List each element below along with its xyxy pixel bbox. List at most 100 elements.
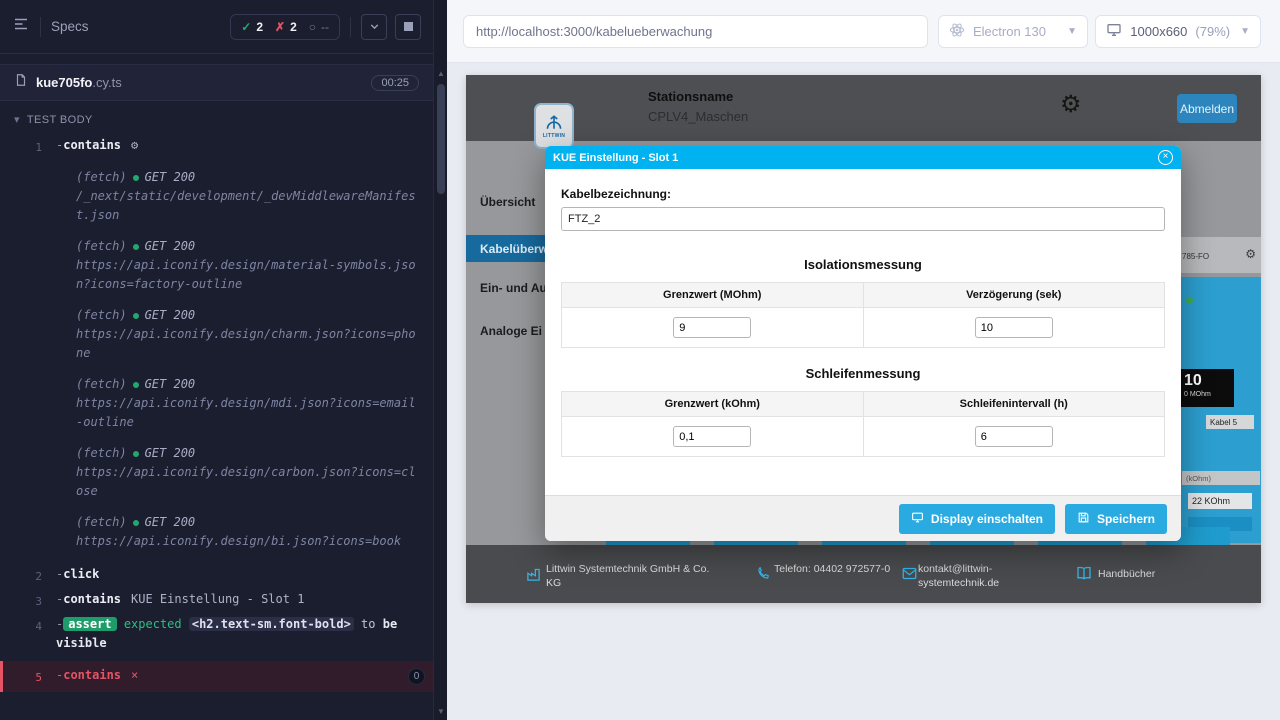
- cable-name-input[interactable]: [561, 207, 1165, 231]
- app-header: Stationsname CPLV4_Maschen ⚙ Abmelden: [466, 75, 1261, 141]
- settings-gear-icon[interactable]: ⚙: [1060, 93, 1082, 117]
- command-argument: KUE Einstellung - Slot 1: [131, 592, 304, 606]
- failed-count: 2: [275, 20, 297, 34]
- isolation-limit-input[interactable]: [673, 317, 751, 338]
- electron-icon: [949, 22, 965, 41]
- request-url: https://api.iconify.design/bi.json?icons…: [76, 532, 417, 551]
- divider: [350, 17, 351, 37]
- viewport-select[interactable]: 1000x660 (79%) ▼: [1095, 15, 1261, 48]
- nav-item-ein-ausgaenge[interactable]: Ein- und Au: [480, 281, 547, 295]
- spec-name: kue705fo: [36, 75, 92, 90]
- monitor-icon: [1106, 22, 1122, 41]
- stage: http://localhost:3000/kabelueberwachung …: [447, 0, 1280, 720]
- nav-item-analoge-eingaenge[interactable]: Analoge Ei: [480, 324, 542, 338]
- cypress-reporter: Specs 2 2 -- kue705fo.cy.ts 00:25 TEST B…: [0, 0, 433, 720]
- network-log-6[interactable]: (fetch)GET 200 https://api.iconify.desig…: [76, 513, 433, 551]
- command-row-1[interactable]: 1 -contains⚙: [0, 134, 433, 159]
- nav-item-uebersicht[interactable]: Übersicht: [480, 195, 535, 209]
- request-url: /_next/static/development/_devMiddleware…: [76, 187, 417, 225]
- browser-select[interactable]: Electron 130 ▼: [938, 15, 1088, 48]
- status-dot-icon: [133, 451, 139, 457]
- isolation-col1-header: Grenzwert (MOhm): [562, 283, 864, 308]
- command-log: 1 -contains⚙ (fetch)GET 200 /_next/stati…: [0, 134, 433, 692]
- scroll-down-arrow-icon[interactable]: ▼: [434, 704, 448, 718]
- command-number: 1: [0, 136, 56, 157]
- request-url: https://api.iconify.design/material-symb…: [76, 256, 417, 294]
- close-glyph-arg: ×: [131, 668, 138, 682]
- viewport-size: 1000x660: [1130, 24, 1187, 39]
- browser-chrome: http://localhost:3000/kabelueberwachung …: [447, 0, 1280, 63]
- loop-col1-header: Grenzwert (kOhm): [562, 392, 864, 417]
- status-dot-icon: [133, 382, 139, 388]
- specs-menu-icon[interactable]: [12, 15, 30, 38]
- specs-link[interactable]: Specs: [51, 19, 89, 34]
- loop-col2-header: Schleifenintervall (h): [863, 392, 1165, 417]
- isolation-col2-header: Verzögerung (sek): [863, 283, 1165, 308]
- scrollbar-thumb[interactable]: [437, 84, 445, 194]
- display-icon: [911, 511, 924, 527]
- command-row-4-assert[interactable]: 4 -assert expected <h2.text-sm.font-bold…: [0, 613, 433, 655]
- display-on-button[interactable]: Display einschalten: [899, 504, 1055, 534]
- cable-label: Kabel 5: [1206, 415, 1254, 429]
- phone-number: Telefon: 04402 972577-0: [774, 562, 900, 576]
- email-address[interactable]: kontakt@littwin-systemtechnik.de: [918, 562, 1016, 590]
- command-row-5-failed[interactable]: 5 -contains× 0: [0, 661, 433, 692]
- status-dot-icon: [133, 175, 139, 181]
- station-name-label: Stationsname: [648, 89, 733, 104]
- command-number: 2: [0, 565, 56, 586]
- command-method: click: [63, 567, 99, 581]
- factory-icon: [526, 567, 541, 586]
- divider: [40, 17, 41, 37]
- command-row-3[interactable]: 3 -containsKUE Einstellung - Slot 1: [0, 588, 433, 613]
- pending-count: --: [309, 20, 329, 34]
- close-icon[interactable]: ×: [1158, 150, 1173, 165]
- network-log-2[interactable]: (fetch)GET 200 https://api.iconify.desig…: [76, 237, 433, 294]
- network-log-5[interactable]: (fetch)GET 200 https://api.iconify.desig…: [76, 444, 433, 501]
- background-card: 785-FO ⚙: [1176, 237, 1261, 273]
- save-button[interactable]: Speichern: [1065, 504, 1167, 534]
- app-footer: Littwin Systemtechnik GmbH & Co. KG Tele…: [466, 545, 1261, 603]
- chevron-down-icon: ▼: [1240, 26, 1250, 37]
- scroll-up-arrow-icon[interactable]: ▲: [434, 66, 448, 80]
- reporter-scrollbar[interactable]: ▲ ▼: [433, 0, 447, 720]
- isolation-delay-input[interactable]: [975, 317, 1053, 338]
- network-log-1[interactable]: (fetch)GET 200 /_next/static/development…: [76, 168, 433, 225]
- url-bar[interactable]: http://localhost:3000/kabelueberwachung: [463, 15, 928, 48]
- isolation-table: Grenzwert (MOhm) Verzögerung (sek): [561, 282, 1165, 348]
- littwin-logo: LITTWIN: [534, 103, 574, 149]
- command-method: contains: [63, 138, 121, 152]
- kohm-label: (kOhm): [1182, 471, 1260, 485]
- suite-test-body[interactable]: TEST BODY: [0, 101, 433, 134]
- logout-button[interactable]: Abmelden: [1177, 94, 1237, 123]
- floppy-save-icon: [1077, 511, 1090, 527]
- stop-icon: [404, 22, 413, 31]
- command-row-2[interactable]: 2 -click: [0, 563, 433, 588]
- slot-gear-icon: ⚙: [1245, 248, 1256, 260]
- test-stats: 2 2 --: [230, 14, 340, 40]
- slot-label: 785-FO: [1182, 252, 1209, 261]
- loop-interval-input[interactable]: [975, 426, 1053, 447]
- spec-file-row[interactable]: kue705fo.cy.ts 00:25: [0, 64, 433, 101]
- command-method: contains: [63, 668, 121, 682]
- spec-ext: .cy.ts: [92, 75, 121, 90]
- status-dot-icon: [133, 520, 139, 526]
- collapse-button[interactable]: [361, 14, 387, 40]
- retry-count-badge: 0: [408, 668, 425, 685]
- station-name-value: CPLV4_Maschen: [648, 109, 748, 124]
- loop-table: Grenzwert (kOhm) Schleifenintervall (h): [561, 391, 1165, 457]
- chevron-down-icon: ▼: [1067, 26, 1077, 37]
- passed-count: 2: [241, 20, 263, 34]
- stop-button[interactable]: [395, 14, 421, 40]
- isolation-section-title: Isolationsmessung: [561, 257, 1165, 272]
- request-url: https://api.iconify.design/carbon.json?i…: [76, 463, 417, 501]
- network-log-4[interactable]: (fetch)GET 200 https://api.iconify.desig…: [76, 375, 433, 432]
- loop-section-title: Schleifenmessung: [561, 366, 1165, 381]
- status-dot-icon: [133, 244, 139, 250]
- modal-body: Kabelbezeichnung: Isolationsmessung Gren…: [545, 169, 1181, 495]
- gear-glyph-arg: ⚙: [131, 138, 138, 152]
- status-led-icon: [1186, 297, 1193, 304]
- network-log-3[interactable]: (fetch)GET 200 https://api.iconify.desig…: [76, 306, 433, 363]
- command-number: 4: [0, 615, 56, 653]
- loop-limit-input[interactable]: [673, 426, 751, 447]
- manuals-link[interactable]: Handbücher: [1098, 567, 1155, 581]
